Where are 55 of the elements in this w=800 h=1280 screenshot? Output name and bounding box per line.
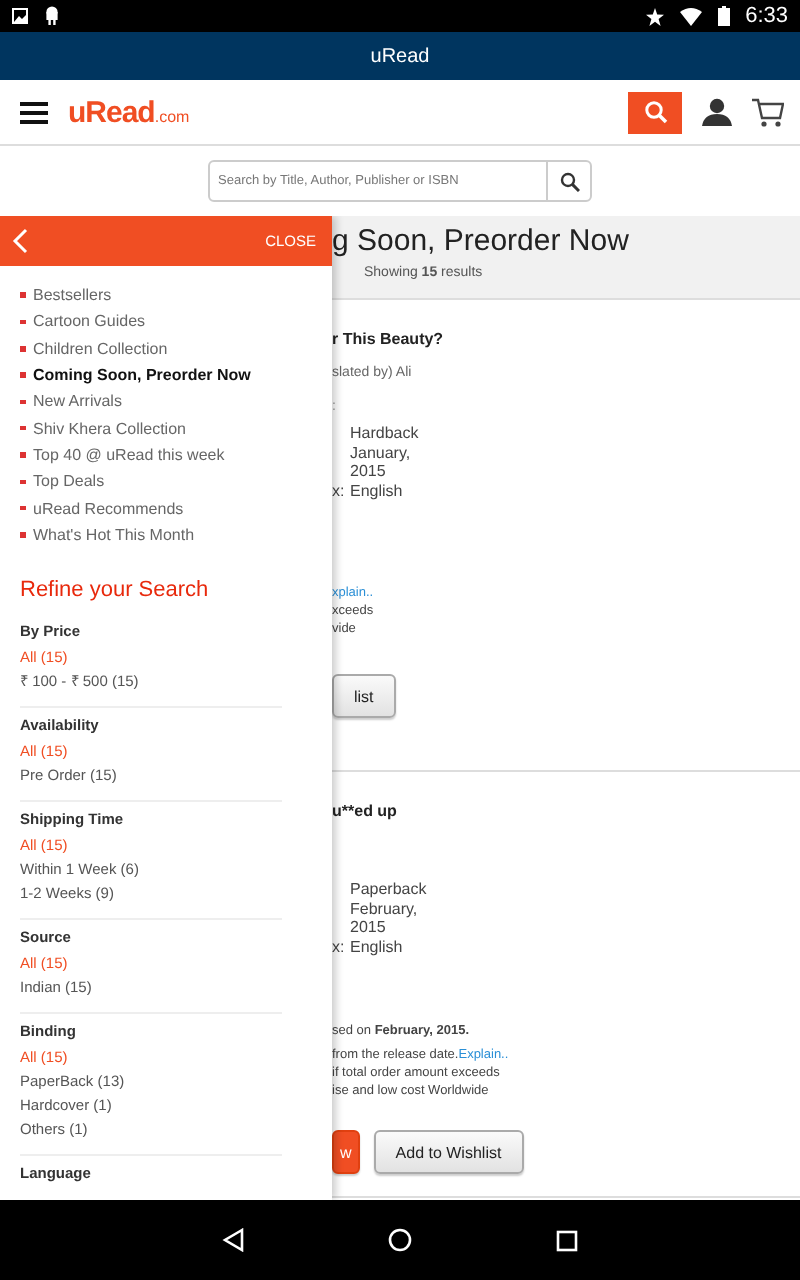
detail-value: February,: [350, 899, 418, 918]
detail-label: x:: [332, 937, 347, 956]
android-icon: [44, 6, 60, 26]
detail-value: 2015: [350, 918, 386, 937]
category-link[interactable]: Coming Soon, Preorder Now: [33, 366, 251, 385]
category-link[interactable]: New Arrivals: [33, 392, 122, 411]
back-button[interactable]: [12, 228, 28, 255]
book-title[interactable]: r This Beauty?: [332, 330, 800, 348]
detail-value: 2015: [350, 462, 386, 481]
clock-time: 6:33: [745, 4, 788, 28]
category-link[interactable]: Bestsellers: [33, 286, 112, 305]
book-title[interactable]: u**ed up: [332, 802, 800, 820]
wishlist-button[interactable]: list: [332, 674, 396, 718]
battery-icon: [717, 6, 730, 26]
detail-value: English: [350, 481, 403, 500]
menu-button[interactable]: [20, 101, 48, 123]
refine-heading: Refine your Search: [20, 578, 211, 602]
category-link[interactable]: uRead Recommends: [33, 499, 184, 518]
bullet-icon: [20, 425, 25, 431]
category-link[interactable]: Children Collection: [33, 339, 168, 358]
bullet-icon: [20, 399, 25, 405]
bullet-icon: [20, 479, 25, 484]
detail-value: Hardback: [350, 424, 419, 443]
logo-domain[interactable]: .com: [154, 107, 190, 125]
bullet-icon: [20, 452, 25, 458]
bullet-icon: [20, 319, 25, 325]
star-icon: [645, 7, 664, 25]
category-link[interactable]: Top 40 @ uRead this week: [33, 445, 225, 464]
category-link[interactable]: What's Hot This Month: [33, 525, 195, 544]
detail-value: Paperback: [350, 880, 427, 899]
image-icon: [12, 8, 28, 24]
category-link[interactable]: Cartoon Guides: [33, 312, 146, 331]
user-icon[interactable]: [702, 98, 732, 126]
bullet-icon: [20, 292, 25, 298]
category-link[interactable]: Top Deals: [33, 472, 105, 491]
bullet-icon: [20, 505, 25, 511]
logo-text[interactable]: uRead: [68, 95, 155, 129]
search-icon: [643, 100, 667, 124]
cart-icon[interactable]: [752, 97, 784, 127]
wishlist-button[interactable]: Add to Wishlist: [373, 1130, 524, 1174]
search-icon: [559, 171, 579, 191]
bullet-icon: [20, 346, 25, 352]
bullet-icon: [20, 532, 25, 538]
detail-value: English: [350, 937, 403, 956]
wifi-icon: [679, 7, 702, 25]
detail-value: January,: [350, 443, 411, 462]
window-title: uRead: [370, 45, 430, 67]
recents-icon[interactable]: [556, 1229, 578, 1251]
bullet-icon: [20, 372, 25, 378]
detail-label: x:: [332, 481, 347, 500]
home-icon[interactable]: [388, 1228, 412, 1252]
category-link[interactable]: Shiv Khera Collection: [33, 419, 186, 438]
buy-button[interactable]: w: [332, 1130, 360, 1174]
back-icon[interactable]: [222, 1228, 244, 1252]
page-heading: g Soon, Preorder Now: [332, 224, 631, 258]
